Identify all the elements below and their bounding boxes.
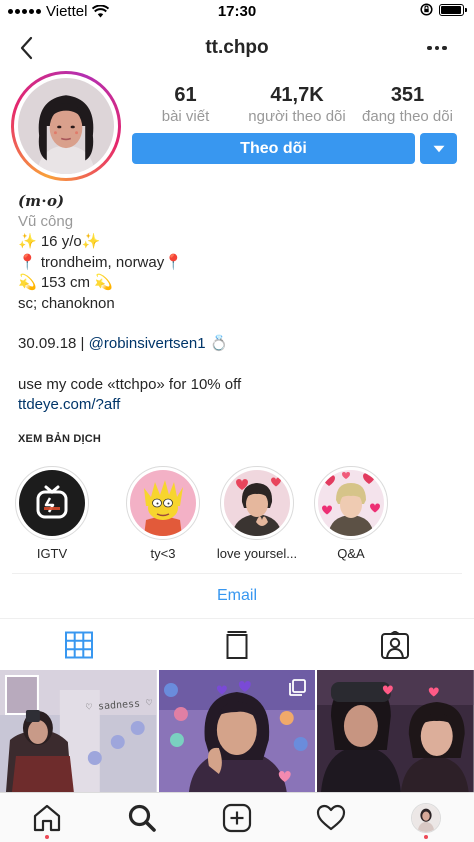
status-time: 17:30 [217,3,257,20]
bio-date: 30.09.18 | [18,335,89,352]
bio-mention-link[interactable]: @robinsivertsen1 [89,335,206,352]
profile-category: Vũ công [18,212,74,230]
status-right [420,3,467,16]
see-translation-link[interactable]: XEM BẢN DỊCH [18,433,101,445]
profile-tabs [0,618,474,670]
stat-posts-value: 61 [174,84,197,106]
divider [12,573,462,574]
profile-stats: 61 bài viết 41,7K người theo dõi 351 đan… [133,84,459,126]
profile-notification-dot [424,835,428,839]
battery-fill [441,5,461,14]
bio-website-link[interactable]: ttdeye.com/?aff [18,395,458,416]
grid-icon[interactable] [64,631,94,659]
stat-posts[interactable]: 61 bài viết [133,84,238,126]
chevron-left-icon[interactable] [14,34,42,62]
bio-date-line: 30.09.18 | @robinsivertsen1 💍 [18,334,458,355]
post-thumbnail[interactable]: ♡ sadness ♡ [0,670,157,792]
heart-icon[interactable] [316,803,346,833]
posts-grid: ♡ sadness ♡ [0,670,474,792]
add-post-icon[interactable] [222,803,252,833]
battery-icon [439,3,467,16]
bio-line: sc; chanoknon [18,294,115,312]
stat-followers-label: người theo dõi [248,108,346,125]
nav-bar: tt.chpo [0,24,474,74]
follow-button[interactable]: Theo dõi [132,133,415,164]
profile-tab-photo [412,804,440,832]
ring-emoji: 💍 [205,335,229,352]
highlight-label: love yoursel... [216,546,298,561]
profile-username: tt.chpo [205,37,269,58]
bio-line: 📍 trondheim, norway📍 [18,253,183,271]
stat-followers[interactable]: 41,7K người theo dõi [238,84,356,126]
bio-line: 💫 153 cm 💫 [18,274,113,291]
igtv-icon[interactable] [222,631,252,659]
avatar-photo [18,78,114,174]
email-button[interactable]: Email [0,587,474,605]
search-icon[interactable] [127,803,157,833]
suggested-accounts-button[interactable] [420,133,457,164]
stat-following-value: 351 [390,84,425,106]
stat-followers-value: 41,7K [270,84,324,106]
post-image [317,670,474,792]
profile-full-name: (𝒎⋅𝒐) [18,192,65,210]
ellipsis-icon[interactable] [422,36,452,60]
highlight-cover [318,470,384,536]
post-thumbnail[interactable] [158,670,316,792]
home-notification-dot [45,835,49,839]
status-bar: Viettel 17:30 [0,0,474,24]
highlight-cover [224,470,290,536]
bio-promo: use my code «ttchpo» for 10% off [18,375,242,393]
profile-avatar[interactable] [411,803,441,833]
highlight-igtv[interactable]: IGTV [7,466,97,561]
multiple-posts-icon [289,679,307,696]
highlight-love-yourself[interactable]: love yoursel... [212,466,302,561]
highlight-cover [130,470,196,536]
highlight-ty[interactable]: ty<3 [118,466,208,561]
igtv-icon [19,470,85,536]
home-icon[interactable] [32,803,62,833]
stat-following[interactable]: 351 đang theo dõi [356,84,459,126]
highlight-label: ty<3 [150,546,176,561]
stat-posts-label: bài viết [161,108,210,125]
tagged-icon[interactable] [380,631,410,659]
bio-line: ✨ 16 y/o✨ [18,233,101,250]
profile-bio: (𝒎⋅𝒐) Vũ công ✨ 16 y/o✨ 📍 trondheim, nor… [18,191,458,416]
highlight-label: IGTV [36,546,68,561]
post-thumbnail[interactable] [317,670,474,792]
profile-avatar[interactable] [11,71,121,181]
bottom-tab-bar [0,792,474,842]
highlight-label: Q&A [337,546,365,561]
post-image [0,670,157,792]
story-highlights: IGTV ty<3 love yoursel... Q&A [0,466,474,566]
highlight-qa[interactable]: Q&A [306,466,396,561]
stat-following-label: đang theo dõi [362,108,453,125]
orientation-lock-icon [420,3,433,16]
caret-down-icon [433,145,444,152]
